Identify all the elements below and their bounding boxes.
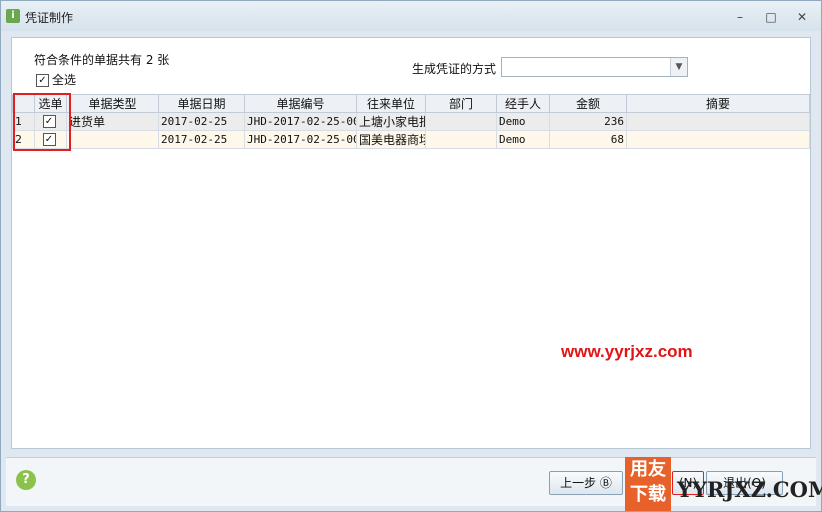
- voucher-method-select[interactable]: ▼: [501, 57, 688, 77]
- title-bar: i 凭证制作 – □ ✕: [1, 1, 821, 31]
- logo-line-1: 用友: [630, 459, 666, 480]
- site-logo-badge: 用友 下载: [625, 457, 671, 511]
- col-header-type[interactable]: 单据类型: [66, 94, 159, 113]
- col-header-date[interactable]: 单据日期: [158, 94, 245, 113]
- cell-date: 2017-02-25: [158, 130, 245, 149]
- table-header-row: 选单 单据类型 单据日期 单据编号 往来单位 部门 经手人 金额 摘要: [12, 94, 810, 113]
- cell-handler: Demo: [496, 112, 550, 131]
- cell-handler: Demo: [496, 130, 550, 149]
- content-panel: 符合条件的单据共有 2 张 ✓ 全选 生成凭证的方式 ▼ 选单 单据类型 单据日期…: [11, 37, 811, 449]
- close-icon[interactable]: ✕: [795, 10, 809, 24]
- cell-date: 2017-02-25: [158, 112, 245, 131]
- col-header-handler[interactable]: 经手人: [496, 94, 550, 113]
- table-row[interactable]: 2 ✓ 2017-02-25 JHD-2017-02-25-000 国美电器商场…: [12, 130, 810, 149]
- col-header-partner[interactable]: 往来单位: [356, 94, 426, 113]
- col-header-dept[interactable]: 部门: [425, 94, 497, 113]
- minimize-icon[interactable]: –: [733, 10, 747, 24]
- check-icon[interactable]: ✓: [42, 115, 56, 129]
- chevron-down-icon[interactable]: ▼: [670, 58, 687, 76]
- col-header-rownum: [12, 94, 35, 113]
- cell-partner: 国美电器商场: [356, 130, 426, 149]
- app-icon: i: [6, 9, 20, 23]
- window-title: 凭证制作: [25, 11, 74, 25]
- row-number: 1: [12, 112, 35, 131]
- select-all-label: 全选: [52, 73, 77, 87]
- cell-dept: [425, 112, 497, 131]
- maximize-icon[interactable]: □: [764, 10, 778, 24]
- check-icon[interactable]: ✓: [42, 133, 56, 147]
- cell-amount: 236: [549, 112, 627, 131]
- logo-line-2: 下载: [630, 484, 666, 505]
- cell-type: [66, 130, 159, 149]
- col-header-memo[interactable]: 摘要: [626, 94, 810, 113]
- row-select-checkbox[interactable]: ✓: [34, 112, 67, 131]
- col-header-code[interactable]: 单据编号: [244, 94, 357, 113]
- cell-memo: [626, 112, 810, 131]
- select-all-check-icon[interactable]: ✓: [36, 74, 49, 87]
- table-row[interactable]: 1 ✓ 进货单 2017-02-25 JHD-2017-02-25-000 上塘…: [12, 112, 810, 131]
- voucher-window: i 凭证制作 – □ ✕ 符合条件的单据共有 2 张 ✓ 全选 生成凭证的方式 ▼…: [0, 0, 822, 512]
- help-icon[interactable]: ?: [16, 470, 36, 490]
- cell-type: 进货单: [66, 112, 159, 131]
- watermark-text: www.yyrjxz.com: [561, 342, 693, 361]
- documents-table: 选单 单据类型 单据日期 单据编号 往来单位 部门 经手人 金额 摘要 1 ✓ …: [12, 94, 810, 149]
- select-all-checkbox[interactable]: ✓ 全选: [36, 71, 76, 88]
- row-number: 2: [12, 130, 35, 149]
- cell-partner: 上塘小家电批: [356, 112, 426, 131]
- site-logo-text: YYRJXZ.COM: [677, 477, 822, 502]
- record-count-label: 符合条件的单据共有 2 张: [34, 53, 170, 67]
- col-header-amount[interactable]: 金额: [549, 94, 627, 113]
- voucher-method-label: 生成凭证的方式: [412, 62, 497, 76]
- cell-code: JHD-2017-02-25-000: [244, 130, 357, 149]
- cell-memo: [626, 130, 810, 149]
- cell-dept: [425, 130, 497, 149]
- row-select-checkbox[interactable]: ✓: [34, 130, 67, 149]
- cell-code: JHD-2017-02-25-000: [244, 112, 357, 131]
- cell-amount: 68: [549, 130, 627, 149]
- prev-step-button[interactable]: 上一步 Ⓑ: [549, 471, 623, 495]
- col-header-select[interactable]: 选单: [34, 94, 67, 113]
